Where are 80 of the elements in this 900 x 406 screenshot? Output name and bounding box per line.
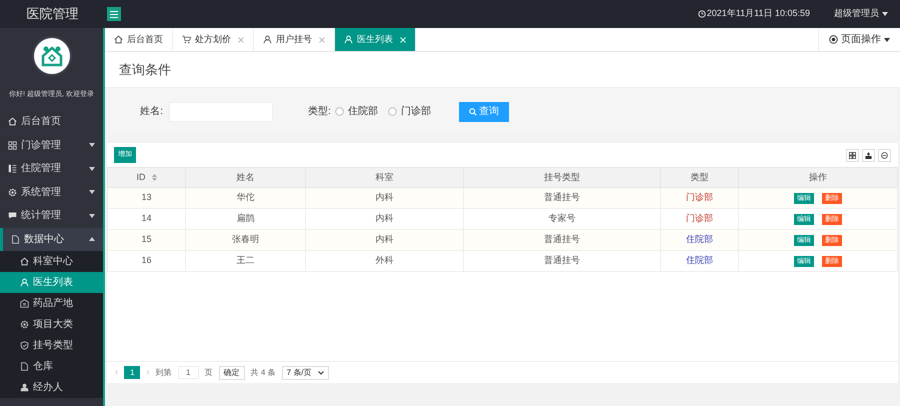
sidebar-subitem[interactable]: 医生列表: [0, 272, 103, 293]
sidebar-item[interactable]: 系统管理: [0, 180, 103, 204]
type-radio[interactable]: 门诊部: [388, 104, 431, 119]
page-operations-menu[interactable]: 页面操作: [818, 28, 900, 51]
grid-icon: [8, 140, 17, 150]
home-icon: [114, 35, 123, 44]
caret-icon: [89, 214, 95, 218]
home-icon: [20, 257, 29, 266]
caret-icon: [89, 237, 95, 242]
cart-icon: [182, 35, 191, 44]
user-icon: [263, 35, 272, 44]
confirm-button[interactable]: 确定: [218, 366, 245, 380]
current-page-button[interactable]: 1: [124, 366, 140, 379]
export-icon[interactable]: [862, 148, 875, 162]
caret-icon: [89, 190, 95, 194]
sidebar-subitem[interactable]: 仓库: [0, 356, 103, 377]
sidebar-item[interactable]: 统计管理: [0, 204, 103, 228]
menu-icon[interactable]: [107, 7, 121, 21]
type-cell: 住院部: [660, 250, 738, 272]
file-icon: [11, 234, 20, 244]
sidebar-item[interactable]: 门诊管理: [0, 134, 103, 157]
column-header: 科室: [306, 168, 464, 188]
chat-icon: [8, 211, 17, 220]
building-icon: [20, 299, 29, 308]
sidebar-subitem[interactable]: 经办人: [0, 377, 103, 398]
sidebar-subitem[interactable]: 药品产地: [0, 293, 103, 314]
caret-icon: [884, 38, 890, 42]
page-input[interactable]: 1: [178, 366, 199, 379]
user-icon: [344, 35, 353, 44]
sort-icon[interactable]: [152, 174, 156, 181]
search-icon: [468, 108, 477, 116]
user-icon: [20, 278, 29, 287]
sidebar-subitem[interactable]: 项目大类: [0, 314, 103, 335]
column-header[interactable]: ID: [136, 172, 146, 182]
tab[interactable]: 后台首页: [105, 28, 173, 51]
settings-icon: [8, 188, 17, 197]
sidebar-item[interactable]: 数据中心: [0, 228, 103, 251]
page-size-select[interactable]: 7 条/页: [282, 366, 328, 380]
tab[interactable]: 处方划价: [173, 28, 254, 51]
close-icon[interactable]: [238, 36, 244, 42]
table-cell: 普通挂号: [464, 250, 660, 272]
name-label: 姓名:: [139, 105, 164, 119]
radio-icon: [388, 107, 397, 116]
tab[interactable]: 医生列表: [335, 28, 416, 51]
caret-icon: [89, 166, 95, 171]
total-count: 共 4 条: [250, 366, 276, 378]
clock-icon: [698, 10, 706, 18]
page-unit-label: 页: [204, 366, 213, 378]
sidebar-item[interactable]: 后台首页: [0, 110, 103, 134]
sidebar-subitem[interactable]: 挂号类型: [0, 335, 103, 356]
list-icon: [8, 164, 17, 174]
table-cell: 外科: [306, 250, 464, 272]
type-radio[interactable]: 住院部: [334, 104, 378, 119]
column-header: 挂号类型: [464, 168, 660, 188]
caret-icon: [89, 143, 95, 148]
shield-icon: [20, 341, 29, 350]
logo-icon: [32, 36, 72, 76]
sidebar-item[interactable]: 住院管理: [0, 157, 103, 180]
datetime-text: 2021年11月11日 10:05:59: [706, 7, 810, 20]
sidebar-subitem[interactable]: 科室中心: [0, 251, 103, 272]
table-cell: 王二: [186, 250, 306, 272]
columns-icon[interactable]: [846, 148, 859, 162]
table-cell: 16: [108, 250, 186, 272]
radio-icon: [334, 107, 344, 116]
type-label: 类型:: [308, 104, 331, 119]
home-icon: [8, 117, 17, 126]
user-menu[interactable]: 超级管理员: [834, 7, 888, 21]
column-header: 操作: [738, 168, 898, 188]
settings-icon: [20, 320, 29, 329]
caret-icon: [882, 12, 888, 16]
column-header: 姓名: [186, 168, 306, 188]
radio-icon: [829, 35, 838, 44]
chevron-icon: [318, 370, 324, 374]
query-title: 查询条件: [119, 60, 171, 79]
print-icon[interactable]: [878, 148, 891, 162]
person-icon: [20, 383, 29, 392]
close-icon[interactable]: [319, 36, 325, 42]
app-title: 医院管理: [26, 5, 78, 24]
file-icon: [20, 362, 29, 371]
goto-label: 到第: [156, 366, 172, 378]
